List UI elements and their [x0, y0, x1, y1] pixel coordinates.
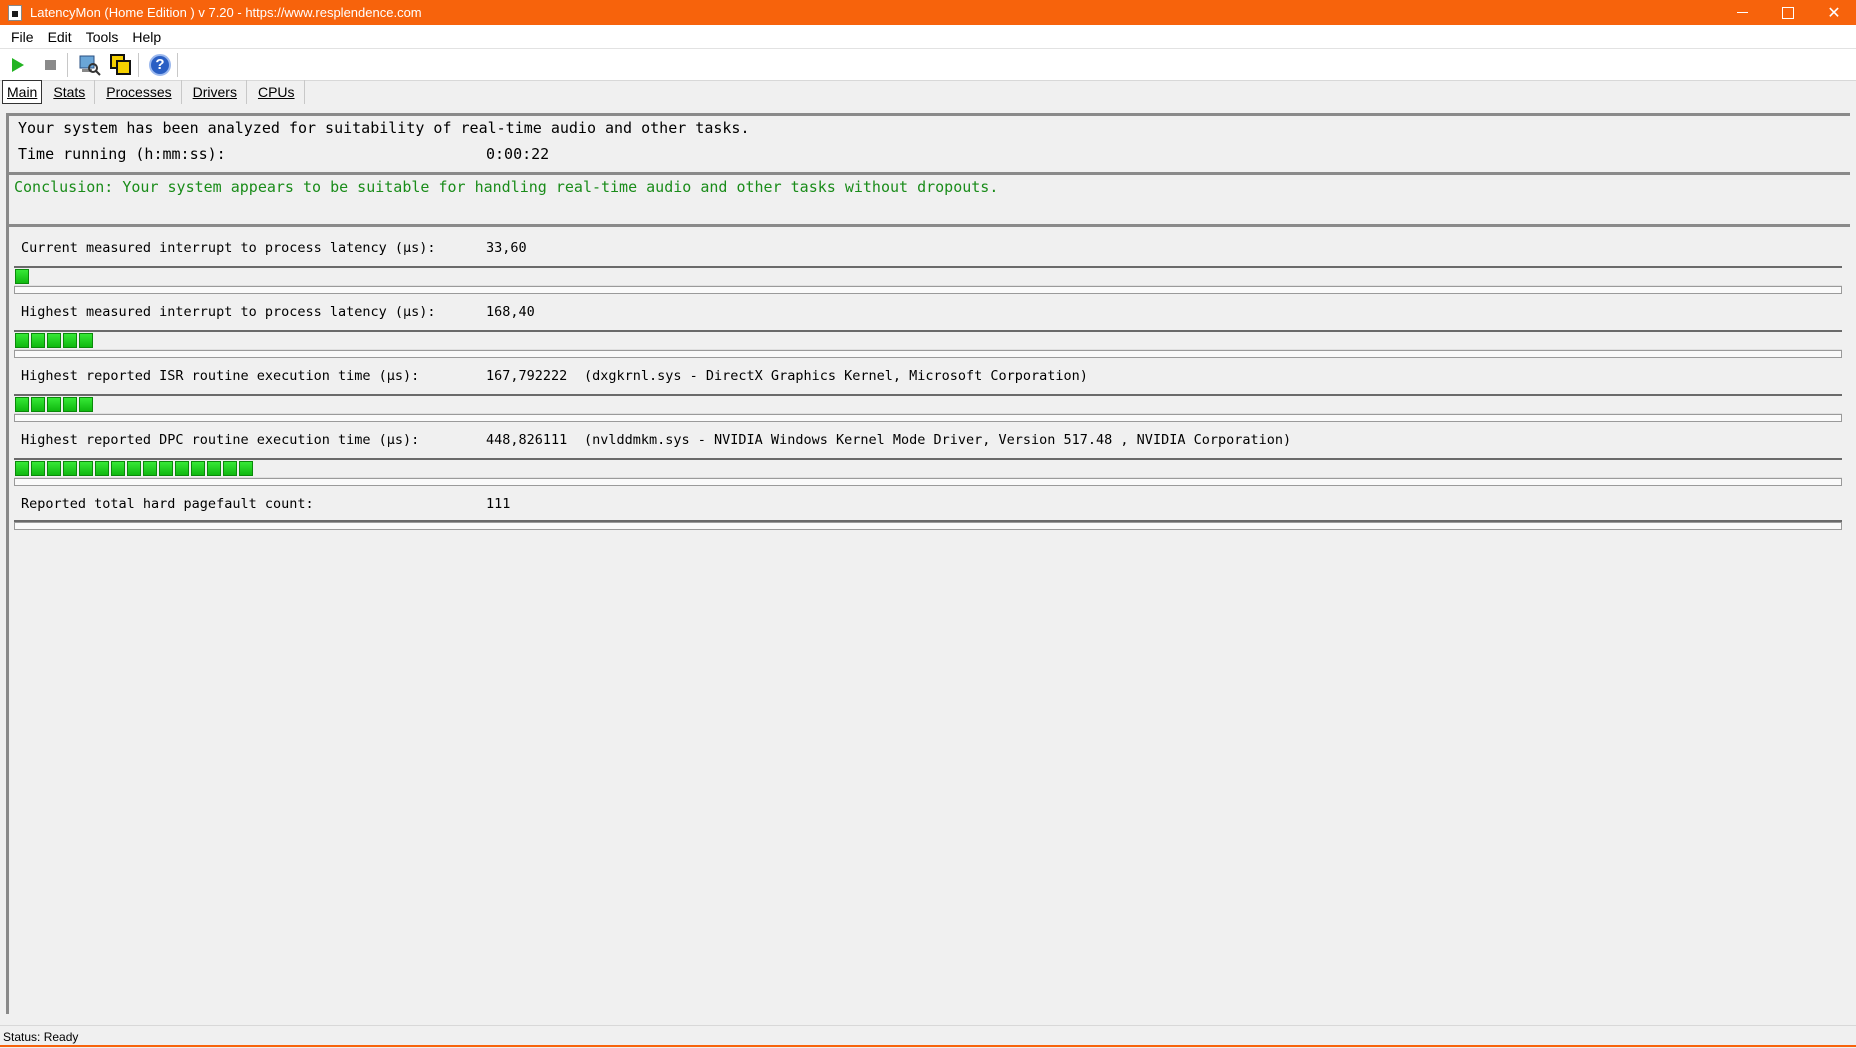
- bar-segment: [207, 461, 221, 476]
- bar-segment: [63, 333, 77, 348]
- window-title: LatencyMon (Home Edition ) v 7.20 - http…: [30, 5, 422, 20]
- bar-segment: [79, 461, 93, 476]
- bar-segment: [79, 397, 93, 412]
- time-running-label: Time running (h:mm:ss):: [18, 145, 226, 163]
- close-button[interactable]: ✕: [1811, 0, 1856, 25]
- metric-label: Highest reported ISR routine execution t…: [21, 368, 420, 384]
- tab-main[interactable]: Main: [2, 80, 43, 104]
- metric-value: 33,60: [486, 240, 527, 256]
- metric-label: Current measured interrupt to process la…: [21, 240, 436, 256]
- metric-value: 168,40: [486, 304, 535, 320]
- latency-bar: [14, 330, 1842, 358]
- scan-icon: [79, 55, 101, 76]
- metric-value: 111: [486, 496, 511, 512]
- metric-label: Highest reported DPC routine execution t…: [21, 432, 420, 448]
- menu-file[interactable]: File: [6, 29, 39, 45]
- bar-segment: [15, 333, 29, 348]
- play-icon: [12, 57, 24, 72]
- bar-segment: [63, 461, 77, 476]
- bar-fill: [15, 461, 255, 476]
- help-button[interactable]: ?: [146, 51, 174, 79]
- app-icon: [8, 4, 22, 21]
- toolbar-separator: [177, 52, 178, 77]
- close-icon: ✕: [1827, 4, 1841, 22]
- bar-segment: [63, 397, 77, 412]
- toolbar-separator: [67, 52, 68, 77]
- bar-segment: [31, 397, 45, 412]
- bar-fill: [15, 333, 95, 348]
- tab-drivers[interactable]: Drivers: [184, 80, 247, 104]
- status-text: Status: Ready: [3, 1030, 79, 1044]
- bar-segment: [175, 461, 189, 476]
- bar-segment: [223, 461, 237, 476]
- analysis-text: Your system has been analyzed for suitab…: [18, 119, 750, 137]
- copy-button[interactable]: [107, 51, 135, 79]
- metric-label: Highest measured interrupt to process la…: [21, 304, 436, 320]
- bar-fill: [15, 397, 95, 412]
- tab-processes[interactable]: Processes: [97, 80, 182, 104]
- metric-value: 448,826111: [486, 432, 568, 448]
- stop-icon: [44, 59, 56, 70]
- latency-bar: [14, 266, 1842, 294]
- bar-segment: [191, 461, 205, 476]
- minimize-button[interactable]: [1719, 0, 1765, 25]
- conclusion-text: Conclusion: Your system appears to be su…: [14, 178, 999, 196]
- latency-bar: [14, 394, 1842, 422]
- menu-bar: File Edit Tools Help: [0, 25, 1856, 49]
- bar-segment: [47, 333, 61, 348]
- metric-driver: (nvlddmkm.sys - NVIDIA Windows Kernel Mo…: [584, 432, 1292, 448]
- copy-icon: [110, 53, 131, 75]
- metric-label: Reported total hard pagefault count:: [21, 496, 314, 512]
- tab-cpus[interactable]: CPUs: [249, 80, 305, 104]
- bar-segment: [159, 461, 173, 476]
- maximize-icon: [1782, 6, 1794, 19]
- tab-stats[interactable]: Stats: [44, 80, 96, 104]
- bar-segment: [111, 461, 125, 476]
- menu-tools[interactable]: Tools: [81, 29, 124, 45]
- minimize-icon: [1736, 12, 1748, 13]
- bar-segment: [239, 461, 253, 476]
- metric-driver: (dxgkrnl.sys - DirectX Graphics Kernel, …: [584, 368, 1088, 384]
- bar-segment: [47, 461, 61, 476]
- metric-value: 167,792222: [486, 368, 568, 384]
- scan-button[interactable]: [75, 51, 103, 79]
- main-panel: Your system has been analyzed for suitab…: [6, 113, 1856, 1014]
- bar-segment: [143, 461, 157, 476]
- title-bar: LatencyMon (Home Edition ) v 7.20 - http…: [0, 0, 1856, 25]
- toolbar-separator: [138, 52, 139, 77]
- bar-segment: [79, 333, 93, 348]
- latency-bar: [14, 458, 1842, 486]
- bar-segment: [31, 333, 45, 348]
- bar-segment: [47, 397, 61, 412]
- bar-segment: [15, 269, 29, 284]
- bar-segment: [95, 461, 109, 476]
- tab-strip: Main Stats Processes Drivers CPUs: [0, 80, 1856, 104]
- toolbar: ?: [0, 49, 1856, 81]
- menu-edit[interactable]: Edit: [43, 29, 77, 45]
- bar-fill: [15, 269, 31, 284]
- bar-segment: [31, 461, 45, 476]
- pagefault-divider: [14, 520, 1842, 530]
- start-button[interactable]: [4, 51, 32, 79]
- stop-button[interactable]: [36, 51, 64, 79]
- time-running-value: 0:00:22: [486, 145, 550, 163]
- bar-segment: [127, 461, 141, 476]
- menu-help[interactable]: Help: [127, 29, 166, 45]
- maximize-button[interactable]: [1765, 0, 1811, 25]
- bar-segment: [15, 461, 29, 476]
- bar-segment: [15, 397, 29, 412]
- help-icon: ?: [149, 53, 171, 76]
